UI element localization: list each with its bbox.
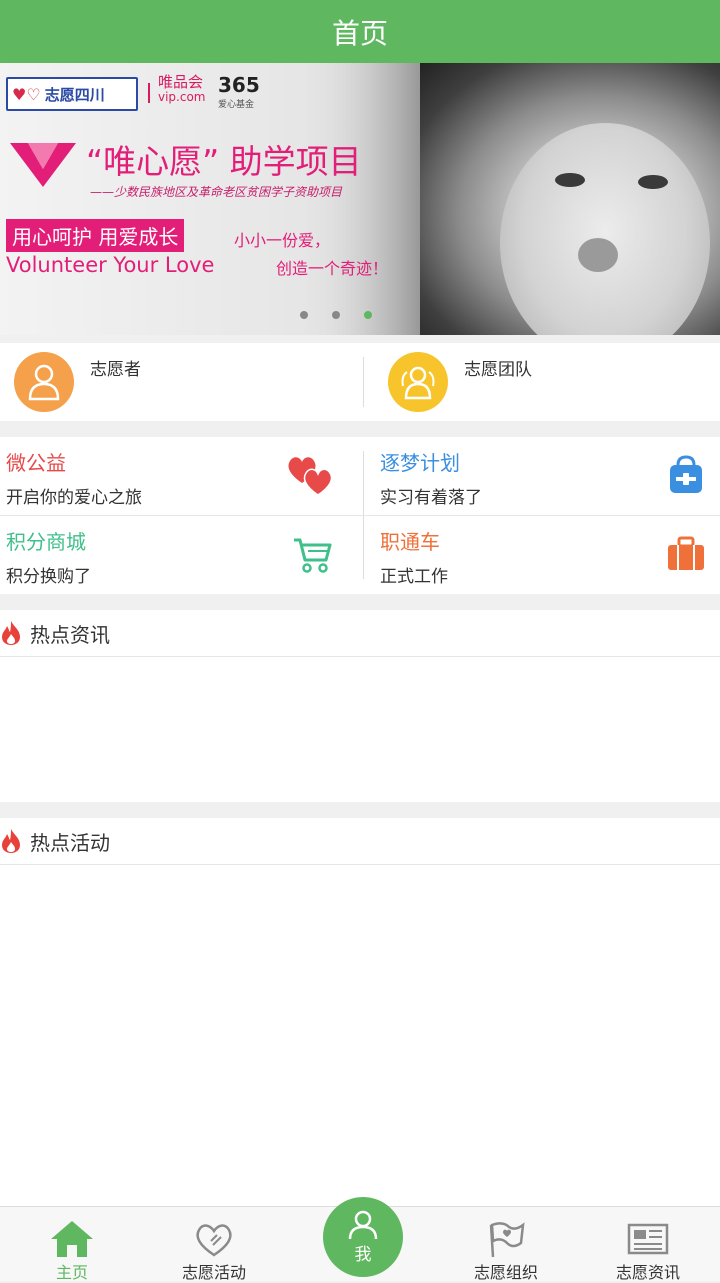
team-label[interactable]: 志愿团队 <box>464 355 532 380</box>
flame-icon <box>2 621 20 645</box>
hot-activities-title: 热点活动 <box>30 830 110 855</box>
quick-divider <box>363 357 364 407</box>
briefcase-icon <box>668 536 704 570</box>
logo-text: 志愿四川 <box>44 85 105 104</box>
project-subtitle: ——少数民族地区及革命老区贫困学子资助项目 <box>90 185 343 199</box>
feature-title: 职通车 <box>380 530 440 554</box>
feature-points-mall[interactable]: 积分商城 积分换购了 <box>0 516 363 594</box>
carousel-dots[interactable] <box>300 311 372 319</box>
person-icon <box>348 1210 378 1239</box>
tab-home[interactable]: 主页 <box>0 1207 144 1282</box>
girl-eye-right <box>638 175 668 189</box>
feature-micro-charity[interactable]: 微公益 开启你的爱心之旅 <box>0 437 363 515</box>
tab-volunteer-org[interactable]: 志愿组织 <box>434 1207 578 1282</box>
love-line-1: 小小一份爱， <box>234 231 331 250</box>
feature-subtitle: 实习有着落了 <box>380 488 482 508</box>
fund-365-number: 365 <box>218 73 260 97</box>
feature-subtitle: 积分换购了 <box>6 567 91 587</box>
fund-365-logo: 365 爱心基金 <box>218 73 260 110</box>
page-title: 首页 <box>331 16 388 50</box>
hot-activities-header: 热点活动 <box>0 818 720 865</box>
team-entry-icon[interactable] <box>388 352 448 412</box>
feature-dream-plan[interactable]: 逐梦计划 实习有着落了 <box>364 437 720 515</box>
feature-career-bus[interactable]: 职通车 正式工作 <box>364 516 720 594</box>
quick-entry-row: 志愿者 志愿团队 <box>0 343 720 421</box>
girl-mouth <box>578 238 618 272</box>
tab-volunteer-news[interactable]: 志愿资讯 <box>576 1207 720 1282</box>
logo-separator <box>148 83 150 103</box>
page-title-bar: 首页 <box>0 0 720 63</box>
home-icon <box>51 1221 93 1257</box>
hearts-logo-icon: ♥♡ <box>12 84 41 104</box>
group-icon <box>401 366 435 400</box>
tab-me[interactable]: 我 <box>323 1197 403 1277</box>
backpack-icon <box>670 455 702 493</box>
hot-news-header: 热点资讯 <box>0 610 720 657</box>
tab-volunteer-org-label: 志愿组织 <box>473 1263 538 1282</box>
tab-volunteer-activities-label: 志愿活动 <box>181 1263 246 1282</box>
flag-icon <box>489 1222 525 1258</box>
hot-news-section: 热点资讯 <box>0 610 720 802</box>
newspaper-icon <box>627 1223 669 1255</box>
english-slogan: Volunteer Your Love <box>6 253 215 277</box>
vip-name: 唯品会 <box>158 73 204 91</box>
carousel-dot-2[interactable] <box>332 311 340 319</box>
vip-url: vip.com <box>158 90 206 104</box>
hot-news-title: 热点资讯 <box>30 622 110 647</box>
carousel-dot-1[interactable] <box>300 311 308 319</box>
love-line-2: 创造一个奇迹！ <box>276 259 389 278</box>
feature-title: 微公益 <box>6 451 66 475</box>
feature-title: 逐梦计划 <box>380 451 460 475</box>
hearts-icon <box>288 457 333 496</box>
feature-subtitle: 开启你的爱心之旅 <box>6 488 142 508</box>
tab-home-label: 主页 <box>55 1263 88 1282</box>
girl-eye-left <box>555 173 585 187</box>
tab-volunteer-news-label: 志愿资讯 <box>615 1263 680 1282</box>
project-title: “唯心愿” 助学项目 <box>86 142 362 181</box>
tab-me-label: 我 <box>354 1244 372 1265</box>
carousel-dot-3-active[interactable] <box>364 311 372 319</box>
v-heart-logo-icon <box>10 143 76 187</box>
fund-365-sub: 爱心基金 <box>218 100 255 110</box>
feature-grid: 微公益 开启你的爱心之旅 逐梦计划 实习有着落了 积分商城 积分换购了 职通车 … <box>0 437 720 594</box>
heart-hand-icon <box>196 1224 232 1257</box>
slogan-box: 用心呵护 用爱成长 <box>6 219 185 252</box>
volunteer-label[interactable]: 志愿者 <box>90 355 141 380</box>
vip-logo: 唯品会 vip.com <box>158 75 206 105</box>
banner-carousel[interactable]: ♥♡ 志愿四川 唯品会 vip.com 365 爱心基金 “唯心愿” 助学项目 … <box>0 63 720 335</box>
volunteer-sichuan-logo: ♥♡ 志愿四川 <box>6 77 138 111</box>
hot-activities-section: 热点活动 <box>0 818 720 1206</box>
feature-subtitle: 正式工作 <box>380 567 448 587</box>
volunteer-entry-icon[interactable] <box>14 352 74 412</box>
flame-icon <box>2 829 20 853</box>
tab-volunteer-activities[interactable]: 志愿活动 <box>142 1207 286 1282</box>
feature-title: 积分商城 <box>6 530 86 554</box>
person-icon <box>28 364 60 401</box>
cart-icon <box>294 538 332 573</box>
